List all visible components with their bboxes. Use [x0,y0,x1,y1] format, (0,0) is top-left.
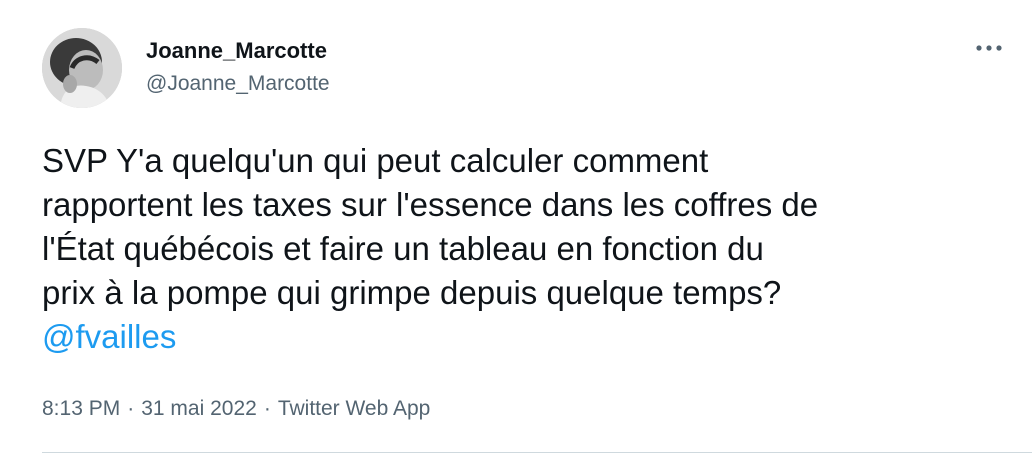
author-display-name[interactable]: Joanne_Marcotte [146,38,327,64]
tweet-card: Joanne_Marcotte @Joanne_Marcotte SVP Y'a… [0,0,1032,464]
tweet-time[interactable]: 8:13 PM [42,397,120,420]
separator-dot: · [263,397,271,420]
tweet-metadata: 8:13 PM · 31 mai 2022 · Twitter Web App [42,397,430,421]
tweet-text-line: l'État québécois et faire un tableau en … [42,230,764,267]
tweet-source[interactable]: Twitter Web App [278,397,431,420]
tweet-date[interactable]: 31 mai 2022 [141,397,257,420]
tweet-text: SVP Y'a quelqu'un qui peut calculer comm… [42,139,1002,359]
tweet-text-line: prix à la pompe qui grimpe depuis quelqu… [42,274,782,311]
avatar[interactable] [42,28,122,108]
more-options-button[interactable] [970,36,1010,60]
more-horizontal-icon [976,45,1002,51]
profile-photo [42,28,122,108]
divider [42,452,1032,453]
author-handle[interactable]: @Joanne_Marcotte [146,72,330,96]
separator-dot: · [127,397,135,420]
tweet-text-line: rapportent les taxes sur l'essence dans … [42,186,819,223]
mention-link[interactable]: @fvailles [42,318,176,355]
tweet-text-line: SVP Y'a quelqu'un qui peut calculer comm… [42,142,709,179]
